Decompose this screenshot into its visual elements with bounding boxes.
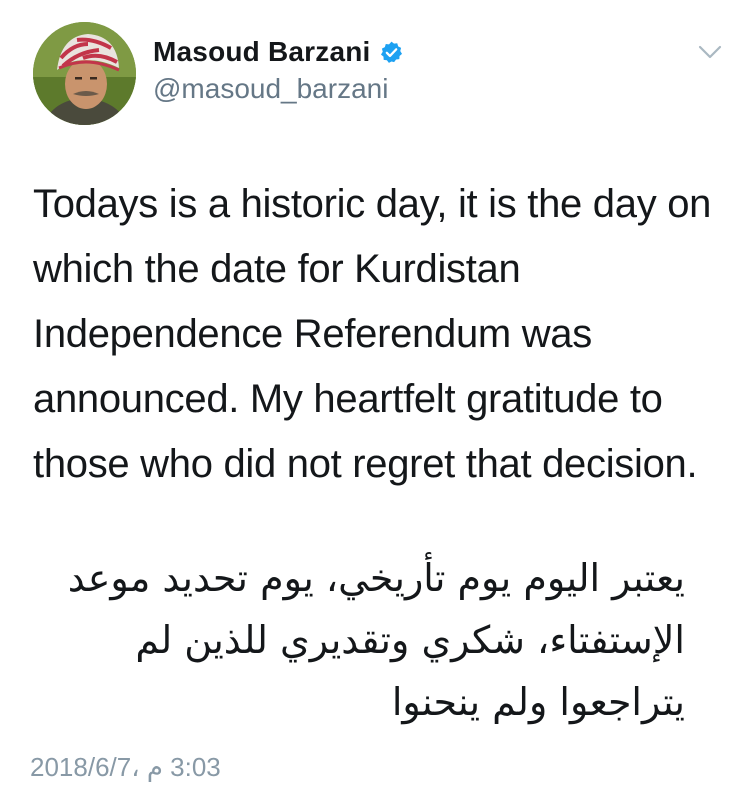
- chevron-down-icon[interactable]: [697, 42, 723, 62]
- tweet-card: Masoud Barzani @masoud_barzani Todays is…: [0, 0, 749, 800]
- tweet-timestamp[interactable]: 3:03 م ،2018/6/7: [30, 752, 221, 783]
- user-handle[interactable]: @masoud_barzani: [153, 73, 388, 105]
- verified-badge-icon: [379, 40, 404, 65]
- display-name[interactable]: Masoud Barzani: [153, 36, 371, 68]
- tweet-text-arabic: يعتبر اليوم يوم تأريخي، يوم تحديد موعد ا…: [67, 556, 685, 724]
- name-row: Masoud Barzani: [153, 34, 404, 70]
- avatar[interactable]: [33, 22, 136, 125]
- avatar-image: [33, 22, 136, 125]
- tweet-text-english: Todays is a historic day, it is the day …: [33, 182, 712, 486]
